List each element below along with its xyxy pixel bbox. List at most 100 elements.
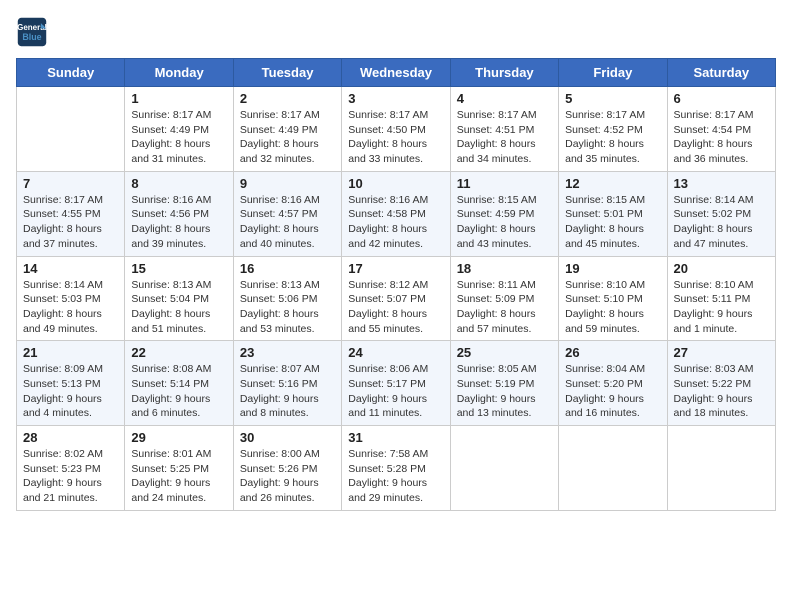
week-row-4: 21Sunrise: 8:09 AMSunset: 5:13 PMDayligh… [17, 341, 776, 426]
day-header-friday: Friday [559, 59, 667, 87]
cell-details: Sunrise: 8:17 AMSunset: 4:51 PMDaylight:… [457, 108, 552, 167]
cell-details: Sunrise: 8:15 AMSunset: 5:01 PMDaylight:… [565, 193, 660, 252]
day-header-row: SundayMondayTuesdayWednesdayThursdayFrid… [17, 59, 776, 87]
cell-details: Sunrise: 8:17 AMSunset: 4:49 PMDaylight:… [240, 108, 335, 167]
day-header-tuesday: Tuesday [233, 59, 341, 87]
calendar-cell: 26 Sunrise: 8:04 AMSunset: 5:20 PMDayligh… [559, 341, 667, 426]
cell-details: Sunrise: 8:17 AMSunset: 4:54 PMDaylight:… [674, 108, 769, 167]
cell-details: Sunrise: 8:00 AMSunset: 5:26 PMDaylight:… [240, 447, 335, 506]
cell-details: Sunrise: 8:17 AMSunset: 4:52 PMDaylight:… [565, 108, 660, 167]
cell-details: Sunrise: 8:12 AMSunset: 5:07 PMDaylight:… [348, 278, 443, 337]
date-number: 29 [131, 430, 226, 445]
calendar-cell: 10Sunrise: 8:16 AMSunset: 4:58 PMDayligh… [342, 171, 450, 256]
calendar-cell [17, 87, 125, 172]
cell-details: Sunrise: 8:03 AMSunset: 5:22 PMDaylight:… [674, 362, 769, 421]
cell-details: Sunrise: 8:17 AMSunset: 4:55 PMDaylight:… [23, 193, 118, 252]
date-number: 6 [674, 91, 769, 106]
calendar-cell: 31Sunrise: 7:58 AMSunset: 5:28 PMDayligh… [342, 426, 450, 511]
date-number: 12 [565, 176, 660, 191]
calendar-cell: 27 Sunrise: 8:03 AMSunset: 5:22 PMDayligh… [667, 341, 775, 426]
calendar-cell: 8Sunrise: 8:16 AMSunset: 4:56 PMDaylight… [125, 171, 233, 256]
cell-details: Sunrise: 7:58 AMSunset: 5:28 PMDaylight:… [348, 447, 443, 506]
cell-details: Sunrise: 8:01 AMSunset: 5:25 PMDaylight:… [131, 447, 226, 506]
calendar-cell [559, 426, 667, 511]
date-number: 28 [23, 430, 118, 445]
logo: General Blue [16, 16, 48, 48]
calendar-cell: 23 Sunrise: 8:07 AMSunset: 5:16 PMDayligh… [233, 341, 341, 426]
date-number: 13 [674, 176, 769, 191]
calendar-cell: 13 Sunrise: 8:14 AMSunset: 5:02 PMDayligh… [667, 171, 775, 256]
date-number: 20 [674, 261, 769, 276]
date-number: 25 [457, 345, 552, 360]
calendar-cell: 2 Sunrise: 8:17 AMSunset: 4:49 PMDaylight… [233, 87, 341, 172]
calendar-cell: 5 Sunrise: 8:17 AMSunset: 4:52 PMDaylight… [559, 87, 667, 172]
calendar-cell: 16 Sunrise: 8:13 AMSunset: 5:06 PMDayligh… [233, 256, 341, 341]
calendar-cell: 9 Sunrise: 8:16 AMSunset: 4:57 PMDaylight… [233, 171, 341, 256]
cell-details: Sunrise: 8:11 AMSunset: 5:09 PMDaylight:… [457, 278, 552, 337]
calendar-cell: 6 Sunrise: 8:17 AMSunset: 4:54 PMDaylight… [667, 87, 775, 172]
cell-details: Sunrise: 8:05 AMSunset: 5:19 PMDaylight:… [457, 362, 552, 421]
cell-details: Sunrise: 8:14 AMSunset: 5:03 PMDaylight:… [23, 278, 118, 337]
day-header-sunday: Sunday [17, 59, 125, 87]
calendar-cell: 1 Sunrise: 8:17 AMSunset: 4:49 PMDaylight… [125, 87, 233, 172]
calendar-cell: 18 Sunrise: 8:11 AMSunset: 5:09 PMDayligh… [450, 256, 558, 341]
calendar-table: SundayMondayTuesdayWednesdayThursdayFrid… [16, 58, 776, 511]
calendar-cell: 7Sunrise: 8:17 AMSunset: 4:55 PMDaylight… [17, 171, 125, 256]
calendar-cell: 19 Sunrise: 8:10 AMSunset: 5:10 PMDayligh… [559, 256, 667, 341]
date-number: 1 [131, 91, 226, 106]
calendar-cell: 17Sunrise: 8:12 AMSunset: 5:07 PMDayligh… [342, 256, 450, 341]
cell-details: Sunrise: 8:06 AMSunset: 5:17 PMDaylight:… [348, 362, 443, 421]
week-row-3: 14 Sunrise: 8:14 AMSunset: 5:03 PMDayligh… [17, 256, 776, 341]
calendar-cell: 25 Sunrise: 8:05 AMSunset: 5:19 PMDayligh… [450, 341, 558, 426]
date-number: 14 [23, 261, 118, 276]
cell-details: Sunrise: 8:17 AMSunset: 4:49 PMDaylight:… [131, 108, 226, 167]
day-header-monday: Monday [125, 59, 233, 87]
date-number: 26 [565, 345, 660, 360]
date-number: 24 [348, 345, 443, 360]
calendar-cell: 15 Sunrise: 8:13 AMSunset: 5:04 PMDayligh… [125, 256, 233, 341]
calendar-cell: 21Sunrise: 8:09 AMSunset: 5:13 PMDayligh… [17, 341, 125, 426]
date-number: 10 [348, 176, 443, 191]
calendar-cell: 30 Sunrise: 8:00 AMSunset: 5:26 PMDayligh… [233, 426, 341, 511]
date-number: 27 [674, 345, 769, 360]
calendar-cell: 4Sunrise: 8:17 AMSunset: 4:51 PMDaylight… [450, 87, 558, 172]
date-number: 5 [565, 91, 660, 106]
cell-details: Sunrise: 8:07 AMSunset: 5:16 PMDaylight:… [240, 362, 335, 421]
calendar-cell [667, 426, 775, 511]
cell-details: Sunrise: 8:04 AMSunset: 5:20 PMDaylight:… [565, 362, 660, 421]
date-number: 23 [240, 345, 335, 360]
date-number: 9 [240, 176, 335, 191]
cell-details: Sunrise: 8:09 AMSunset: 5:13 PMDaylight:… [23, 362, 118, 421]
cell-details: Sunrise: 8:08 AMSunset: 5:14 PMDaylight:… [131, 362, 226, 421]
date-number: 2 [240, 91, 335, 106]
day-header-wednesday: Wednesday [342, 59, 450, 87]
calendar-cell: 11 Sunrise: 8:15 AMSunset: 4:59 PMDayligh… [450, 171, 558, 256]
calendar-cell [450, 426, 558, 511]
logo-icon: General Blue [16, 16, 48, 48]
date-number: 11 [457, 176, 552, 191]
calendar-cell: 28 Sunrise: 8:02 AMSunset: 5:23 PMDayligh… [17, 426, 125, 511]
date-number: 18 [457, 261, 552, 276]
cell-details: Sunrise: 8:17 AMSunset: 4:50 PMDaylight:… [348, 108, 443, 167]
week-row-5: 28 Sunrise: 8:02 AMSunset: 5:23 PMDayligh… [17, 426, 776, 511]
day-header-saturday: Saturday [667, 59, 775, 87]
cell-details: Sunrise: 8:16 AMSunset: 4:57 PMDaylight:… [240, 193, 335, 252]
cell-details: Sunrise: 8:13 AMSunset: 5:06 PMDaylight:… [240, 278, 335, 337]
date-number: 15 [131, 261, 226, 276]
day-header-thursday: Thursday [450, 59, 558, 87]
date-number: 22 [131, 345, 226, 360]
date-number: 30 [240, 430, 335, 445]
date-number: 19 [565, 261, 660, 276]
cell-details: Sunrise: 8:10 AMSunset: 5:10 PMDaylight:… [565, 278, 660, 337]
cell-details: Sunrise: 8:13 AMSunset: 5:04 PMDaylight:… [131, 278, 226, 337]
cell-details: Sunrise: 8:10 AMSunset: 5:11 PMDaylight:… [674, 278, 769, 337]
cell-details: Sunrise: 8:16 AMSunset: 4:56 PMDaylight:… [131, 193, 226, 252]
cell-details: Sunrise: 8:14 AMSunset: 5:02 PMDaylight:… [674, 193, 769, 252]
svg-text:Blue: Blue [22, 32, 41, 42]
calendar-cell: 20 Sunrise: 8:10 AMSunset: 5:11 PMDayligh… [667, 256, 775, 341]
calendar-cell: 29 Sunrise: 8:01 AMSunset: 5:25 PMDayligh… [125, 426, 233, 511]
cell-details: Sunrise: 8:15 AMSunset: 4:59 PMDaylight:… [457, 193, 552, 252]
date-number: 16 [240, 261, 335, 276]
calendar-cell: 24 Sunrise: 8:06 AMSunset: 5:17 PMDayligh… [342, 341, 450, 426]
cell-details: Sunrise: 8:02 AMSunset: 5:23 PMDaylight:… [23, 447, 118, 506]
